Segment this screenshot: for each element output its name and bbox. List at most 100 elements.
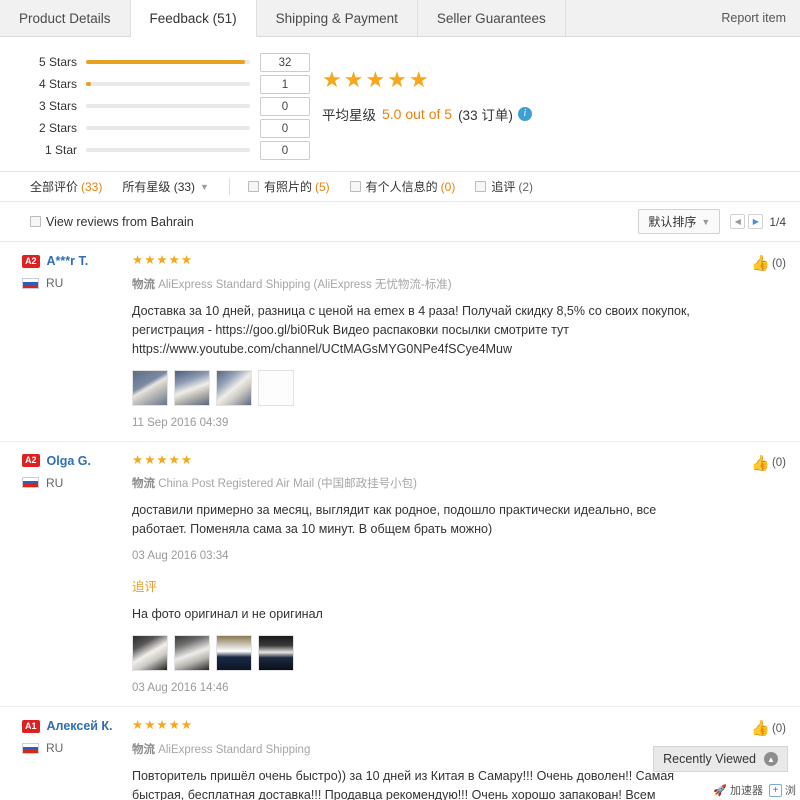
browser-taskbar: 🚀 加速器 + 浏 bbox=[707, 780, 800, 800]
filter-label: 追评 bbox=[491, 180, 516, 194]
review-photo-thumbnail[interactable] bbox=[132, 369, 168, 406]
filter-count: (2) bbox=[518, 179, 534, 194]
review-text: Повторитель пришёл очень быстро)) за 10 … bbox=[132, 768, 675, 800]
tab-bar-spacer bbox=[565, 0, 722, 36]
rating-row-label: 2 Stars bbox=[38, 121, 77, 135]
tab-label: Product Details bbox=[19, 10, 111, 26]
helpful-count: (0) bbox=[771, 722, 786, 735]
reviewer-country: RU bbox=[22, 276, 132, 290]
report-item-label: Report item bbox=[721, 11, 786, 25]
report-item-link[interactable]: Report item bbox=[721, 0, 800, 36]
reviewer-name-row[interactable]: A2 A***r T. bbox=[22, 254, 132, 268]
review-stars-icon: ★★★★★ bbox=[132, 452, 194, 467]
flag-icon-ru bbox=[22, 742, 39, 754]
filter-all-reviews[interactable]: 全部评价 (33) bbox=[30, 178, 102, 195]
review-item: A2 Olga G. RU ★★★★★ 物流 China Post Regist… bbox=[0, 442, 800, 707]
review-stars-icon: ★★★★★ bbox=[132, 718, 194, 732]
review-photo-thumbnail[interactable] bbox=[132, 635, 168, 671]
checkbox-icon[interactable] bbox=[475, 181, 487, 192]
buyer-level-badge: A1 bbox=[22, 719, 40, 733]
reviewer-name-row[interactable]: A1 Алексей К. bbox=[22, 719, 132, 733]
rating-bar-fill bbox=[86, 82, 91, 86]
buyer-level-badge: A2 bbox=[22, 454, 40, 467]
review-text: доставили примерно за месяц, выглядит ка… bbox=[132, 503, 657, 536]
rating-row-label: 3 Stars bbox=[38, 99, 77, 113]
review-body: ★★★★★ 物流 China Post Registered Air Mail … bbox=[132, 452, 786, 694]
review-logistics: 物流 AliExpress Standard Shipping bbox=[132, 741, 706, 757]
filter-label: 所有星级 (33) bbox=[122, 180, 196, 194]
country-code: RU bbox=[46, 475, 64, 490]
rating-row-1[interactable]: 1 Star 0 bbox=[30, 139, 310, 161]
review-helpful-button[interactable]: 👍 (0) bbox=[751, 456, 786, 471]
rating-row-5[interactable]: 5 Stars 32 bbox=[30, 51, 310, 73]
checkbox-icon[interactable] bbox=[247, 181, 259, 192]
review-photo-thumbnail[interactable] bbox=[258, 635, 294, 671]
review-helpful-button[interactable]: 👍 (0) bbox=[751, 721, 786, 736]
reviewer-name-row[interactable]: A2 Olga G. bbox=[22, 454, 132, 468]
average-rating-block: ★★★★★ 平均星级 5.0 out of 5 (33 订单) i bbox=[310, 51, 532, 161]
country-code: RU bbox=[46, 741, 64, 755]
review-photo-thumbnail[interactable] bbox=[174, 635, 210, 671]
average-value: 5.0 out of 5 bbox=[382, 106, 453, 122]
rating-row-count: 32 bbox=[260, 52, 310, 72]
filter-with-personal-info[interactable]: 有个人信息的 (0) bbox=[349, 178, 455, 195]
recently-viewed-widget[interactable]: Recently Viewed ▲ bbox=[653, 746, 788, 772]
filter-all-stars[interactable]: 所有星级 (33) ▼ bbox=[122, 178, 209, 195]
tab-feedback[interactable]: Feedback (51) bbox=[130, 0, 257, 37]
logistics-value: China Post Registered Air Mail (中国邮政挂号小包… bbox=[158, 478, 418, 490]
tab-label: Shipping & Payment bbox=[275, 10, 398, 26]
view-reviews-from-country[interactable]: View reviews from Bahrain bbox=[30, 215, 194, 229]
prev-page-button[interactable]: ◀ bbox=[730, 214, 746, 229]
review-date: 03 Aug 2016 03:34 bbox=[132, 550, 229, 562]
rating-row-2[interactable]: 2 Stars 0 bbox=[30, 117, 310, 139]
rating-row-3[interactable]: 3 Stars 0 bbox=[30, 95, 310, 117]
reviewer-info: A2 A***r T. RU bbox=[22, 254, 132, 429]
reviewer-name[interactable]: Алексей К. bbox=[47, 719, 113, 733]
tab-product-details[interactable]: Product Details bbox=[0, 0, 131, 36]
recently-viewed-label: Recently Viewed bbox=[663, 752, 756, 766]
rating-bar-track bbox=[86, 82, 250, 86]
average-rating-line: 平均星级 5.0 out of 5 (33 订单) i bbox=[322, 104, 532, 124]
review-photo-thumbnail[interactable] bbox=[216, 635, 252, 671]
checkbox-icon[interactable] bbox=[30, 216, 41, 227]
rating-bar-track bbox=[86, 126, 250, 130]
tab-label: Seller Guarantees bbox=[436, 10, 546, 26]
reviewer-name[interactable]: Olga G. bbox=[47, 454, 91, 468]
sort-dropdown[interactable]: 默认排序 ▼ bbox=[638, 209, 721, 234]
review-photo-thumbnail[interactable] bbox=[258, 369, 294, 406]
checkbox-icon[interactable] bbox=[349, 181, 361, 192]
helpful-count: (0) bbox=[771, 257, 786, 270]
review-photo-thumbnail[interactable] bbox=[174, 369, 210, 406]
logistics-label: 物流 bbox=[132, 478, 155, 490]
average-stars-icon: ★★★★★ bbox=[322, 67, 431, 92]
accelerator-button[interactable]: 🚀 加速器 bbox=[713, 782, 763, 798]
filter-with-photo[interactable]: 有照片的 (5) bbox=[228, 178, 330, 195]
next-page-button[interactable]: ▶ bbox=[748, 214, 764, 229]
tab-seller-guarantees[interactable]: Seller Guarantees bbox=[417, 0, 566, 36]
filter-bar: 全部评价 (33) 所有星级 (33) ▼ 有照片的 (5) 有个人信息的 (0… bbox=[0, 172, 800, 202]
filter-label: 有照片的 bbox=[263, 180, 312, 194]
review-photo-thumbnail[interactable] bbox=[216, 369, 252, 406]
review-helpful-button[interactable]: 👍 (0) bbox=[751, 256, 786, 271]
filter-additional-reviews[interactable]: 追评 (2) bbox=[475, 178, 533, 195]
flag-icon-ru bbox=[22, 277, 39, 289]
plus-icon: + bbox=[769, 783, 782, 797]
tab-shipping-payment[interactable]: Shipping & Payment bbox=[256, 0, 418, 36]
pagination: ◀ ▶ 1/4 bbox=[730, 214, 786, 229]
rating-row-4[interactable]: 4 Stars 1 bbox=[30, 73, 310, 95]
browser-extension-button[interactable]: + 浏 bbox=[769, 782, 796, 798]
tab-label: Feedback (51) bbox=[149, 10, 237, 26]
rating-breakdown: 5 Stars 32 4 Stars 1 3 Stars 0 2 Stars 0… bbox=[0, 51, 310, 161]
rating-bar-track bbox=[86, 104, 250, 108]
view-sort-bar: View reviews from Bahrain 默认排序 ▼ ◀ ▶ 1/4 bbox=[0, 202, 800, 242]
filter-count: (33) bbox=[81, 179, 103, 194]
reviewer-name[interactable]: A***r T. bbox=[47, 254, 89, 268]
info-icon[interactable]: i bbox=[517, 107, 532, 121]
sort-label: 默认排序 bbox=[648, 215, 697, 229]
reviewer-info: A1 Алексей К. RU bbox=[22, 719, 132, 800]
average-label: 平均星级 bbox=[322, 108, 376, 123]
rocket-icon: 🚀 bbox=[713, 784, 727, 797]
thumbs-up-icon: 👍 bbox=[751, 255, 770, 272]
chevron-up-icon[interactable]: ▲ bbox=[764, 752, 778, 766]
rating-row-count: 1 bbox=[260, 74, 310, 94]
